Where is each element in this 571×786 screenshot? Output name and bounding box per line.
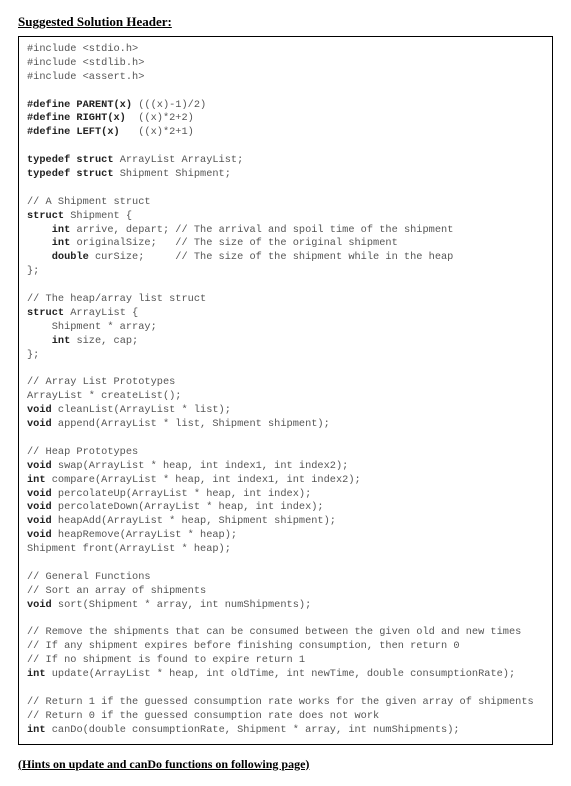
code-line: }; [27,349,39,361]
code-line: heapAdd(ArrayList * heap, Shipment shipm… [52,515,336,527]
code-line: #include <assert.h> [27,71,144,83]
code-kw: typedef struct [27,168,114,180]
code-line: Shipment front(ArrayList * heap); [27,543,231,555]
code-line: canDo(double consumptionRate, Shipment *… [46,724,460,736]
code-line: append(ArrayList * list, Shipment shipme… [52,418,330,430]
code-kw: void [27,404,52,416]
code-line: (((x)-1)/2) [132,99,206,111]
code-line: // Remove the shipments that can be cons… [27,626,521,638]
code-line: ArrayList ArrayList; [114,154,244,166]
code-kw: int [27,237,70,249]
code-kw: #define PARENT(x) [27,99,132,111]
code-line: #include <stdlib.h> [27,57,144,69]
code-line: Shipment Shipment; [114,168,231,180]
code-line: swap(ArrayList * heap, int index1, int i… [52,460,349,472]
code-line: arrive, depart; // The arrival and spoil… [70,224,453,236]
code-line: // The heap/array list struct [27,293,206,305]
code-kw: int [27,724,46,736]
code-line: update(ArrayList * heap, int oldTime, in… [46,668,516,680]
code-kw: int [27,224,70,236]
code-kw: int [27,335,70,347]
code-line: percolateUp(ArrayList * heap, int index)… [52,488,312,500]
code-line: Shipment { [64,210,132,222]
code-line: Shipment * array; [27,321,157,333]
code-line: // Return 0 if the guessed consumption r… [27,710,379,722]
code-kw: int [27,668,46,680]
code-line: }; [27,265,39,277]
code-kw: void [27,488,52,500]
code-block: #include <stdio.h> #include <stdlib.h> #… [18,36,553,745]
code-line: ArrayList { [64,307,138,319]
code-kw: typedef struct [27,154,114,166]
code-line: compare(ArrayList * heap, int index1, in… [46,474,361,486]
code-kw: void [27,599,52,611]
code-line: // General Functions [27,571,151,583]
footer-hint: (Hints on update and canDo functions on … [18,757,553,772]
code-kw: double [27,251,89,263]
code-line: #include <stdio.h> [27,43,138,55]
code-kw: int [27,474,46,486]
code-line: // Array List Prototypes [27,376,175,388]
code-kw: #define LEFT(x) [27,126,120,138]
document-page: Suggested Solution Header: #include <std… [0,0,571,786]
code-line: size, cap; [70,335,138,347]
code-line: ((x)*2+2) [126,112,194,124]
code-line: // If any shipment expires before finish… [27,640,460,652]
code-kw: void [27,515,52,527]
code-line: // If no shipment is found to expire ret… [27,654,305,666]
code-kw: void [27,501,52,513]
code-kw: #define RIGHT(x) [27,112,126,124]
code-line: ArrayList * createList(); [27,390,181,402]
code-line: heapRemove(ArrayList * heap); [52,529,237,541]
code-line: cleanList(ArrayList * list); [52,404,231,416]
code-line: originalSize; // The size of the origina… [70,237,398,249]
code-line: // A Shipment struct [27,196,151,208]
code-line: // Heap Prototypes [27,446,138,458]
section-header: Suggested Solution Header: [18,14,553,30]
code-kw: void [27,418,52,430]
code-kw: void [27,460,52,472]
code-line: // Sort an array of shipments [27,585,206,597]
code-line: sort(Shipment * array, int numShipments)… [52,599,312,611]
code-kw: void [27,529,52,541]
code-line: // Return 1 if the guessed consumption r… [27,696,534,708]
code-line: percolateDown(ArrayList * heap, int inde… [52,501,324,513]
code-kw: struct [27,210,64,222]
code-line: ((x)*2+1) [120,126,194,138]
code-line: curSize; // The size of the shipment whi… [89,251,454,263]
code-kw: struct [27,307,64,319]
